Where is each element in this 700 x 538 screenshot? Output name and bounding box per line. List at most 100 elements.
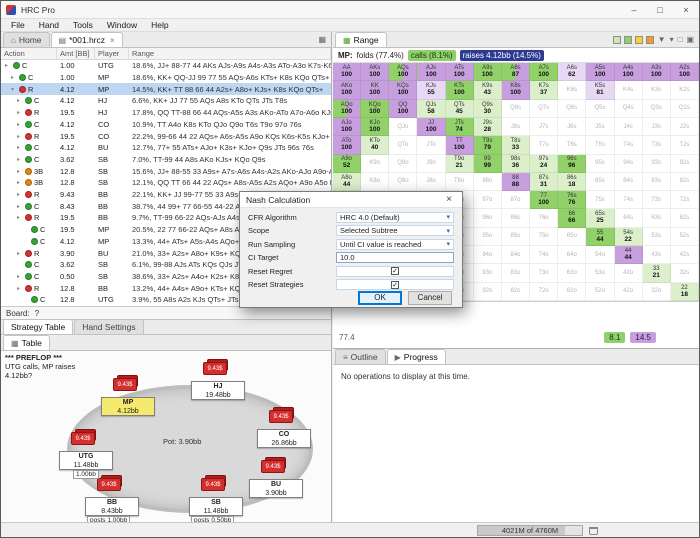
minimize-icon[interactable]: – (621, 1, 647, 18)
hand-cell-84s[interactable]: 84s (614, 172, 643, 192)
hand-cell-j5s[interactable]: J5s (586, 117, 615, 137)
expand-icon[interactable]: ▸ (17, 203, 23, 210)
hand-cell-32s[interactable]: 32s (670, 264, 699, 283)
expand-icon[interactable]: ▸ (17, 133, 23, 140)
tree-row[interactable]: ▸ 3B 12.8 SB 15.6%, JJ+ 88-55 33 A9s+ A7s-A6… (1, 165, 331, 177)
hand-cell-qts[interactable]: QTs 45 (445, 99, 474, 118)
tree-row[interactable]: ▸ C 1.00 UTG 18.6%, JJ+ 88-77 44 AKs AJs-A9s… (1, 60, 331, 72)
hand-cell-aks[interactable]: AKs 100 (361, 63, 390, 82)
hand-cell-87s[interactable]: 87s 31 (530, 172, 559, 192)
tree-row[interactable]: ▸ 3B 12.8 SB 12.1%, QQ TT 66 44 22 AQs+ A8s-… (1, 177, 331, 189)
hand-cell-kqs[interactable]: KQs 100 (389, 81, 418, 100)
hand-cell-33[interactable]: 33 21 (642, 264, 671, 283)
hand-cell-92s[interactable]: 92s (670, 154, 699, 173)
tab-home[interactable]: ⌂ Home (3, 32, 50, 47)
hand-cell-q7s[interactable]: Q7s (530, 99, 559, 118)
hand-cell-j9o[interactable]: J9o (417, 154, 446, 173)
hand-cell-94s[interactable]: 94s (614, 154, 643, 173)
hand-cell-k8o[interactable]: K8o (361, 172, 390, 192)
expand-icon[interactable]: ▸ (17, 156, 23, 163)
hand-cell-95o[interactable]: 95o (473, 227, 502, 247)
dialog-checkbox-reset-strategies[interactable]: ✓ (336, 279, 454, 290)
calls-stat[interactable]: calls (8.1%) (407, 49, 456, 61)
palette-swatch-1[interactable] (623, 35, 632, 44)
hand-cell-86s[interactable]: 86s 18 (558, 172, 587, 192)
hand-cell-j7s[interactable]: J7s (530, 117, 559, 137)
folds-stat[interactable]: folds (77.4%) (357, 51, 404, 60)
tree-row[interactable]: ▸ R 19.5 HJ 17.8%, QQ TT-88 66 44 AQs-A5s A3… (1, 107, 331, 119)
menu-help[interactable]: Help (144, 20, 175, 30)
hand-cell-aa[interactable]: AA 100 (333, 63, 362, 82)
hand-cell-kk[interactable]: KK 100 (361, 81, 390, 100)
hand-cell-q9o[interactable]: Q9o (389, 154, 418, 173)
hand-cell-qjs[interactable]: QJs 58 (417, 99, 446, 118)
hand-cell-tt[interactable]: TT 100 (445, 136, 474, 155)
hand-cell-43o[interactable]: 43o (614, 264, 643, 283)
hand-cell-a6s[interactable]: A6s 62 (558, 63, 587, 82)
expand-icon[interactable]: ▸ (17, 179, 23, 186)
palette-swatch-0[interactable] (612, 35, 621, 44)
hand-cell-73s[interactable]: 73s (642, 191, 671, 210)
palette-swatch-3[interactable] (645, 35, 654, 44)
player-box-sb[interactable]: SB 11.48bb (189, 497, 243, 516)
hand-cell-82s[interactable]: 82s (670, 172, 699, 192)
hand-cell-qto[interactable]: QTo (389, 136, 418, 155)
checkbox-reset-strategies[interactable]: ✓ (391, 280, 399, 289)
hand-cell-j4s[interactable]: J4s (614, 117, 643, 137)
hand-cell-76o[interactable]: 76o (530, 209, 559, 228)
player-box-bu[interactable]: BU 3.90bb (249, 479, 303, 498)
hand-cell-66[interactable]: 66 66 (558, 209, 587, 228)
close-icon[interactable]: × (673, 1, 699, 18)
hand-cell-t5s[interactable]: T5s (586, 136, 615, 155)
expand-icon[interactable]: ▸ (17, 121, 23, 128)
hand-cell-ato[interactable]: ATo 100 (333, 136, 362, 155)
hand-cell-22[interactable]: 22 18 (670, 282, 699, 301)
hand-cell-83s[interactable]: 83s (642, 172, 671, 192)
hand-cell-63o[interactable]: 63o (558, 264, 587, 283)
hand-cell-42o[interactable]: 42o (614, 282, 643, 301)
player-box-hj[interactable]: HJ 19.48bb (191, 381, 245, 400)
hand-cell-93o[interactable]: 93o (473, 264, 502, 283)
hand-cell-aqo[interactable]: AQo 100 (333, 99, 362, 118)
hand-cell-a7s[interactable]: A7s 100 (530, 63, 559, 82)
hand-cell-t4s[interactable]: T4s (614, 136, 643, 155)
hand-cell-a8o[interactable]: A8o 44 (333, 172, 362, 192)
hand-cell-k6s[interactable]: K6s (558, 81, 587, 100)
hand-cell-k9s[interactable]: K9s 43 (473, 81, 502, 100)
expand-icon[interactable]: ▸ (17, 109, 23, 116)
hand-cell-52o[interactable]: 52o (586, 282, 615, 301)
hand-cell-k7s[interactable]: K7s 37 (530, 81, 559, 100)
board-value[interactable]: ? (35, 309, 39, 318)
cancel-button[interactable]: Cancel (408, 290, 452, 305)
hand-cell-qq[interactable]: QQ 100 (389, 99, 418, 118)
hand-cell-t8o[interactable]: T8o (445, 172, 474, 192)
hand-cell-73o[interactable]: 73o (530, 264, 559, 283)
hand-cell-95s[interactable]: 95s (586, 154, 615, 173)
hand-cell-32o[interactable]: 32o (642, 282, 671, 301)
tree-row[interactable]: ▸ C 4.12 CO 10.9%, TT A4o K8s KTo QJo Q9o T6… (1, 119, 331, 131)
hand-cell-k9o[interactable]: K9o (361, 154, 390, 173)
player-box-utg[interactable]: UTG 11.48bb (59, 451, 113, 470)
dialog-select-run-sampling[interactable]: Until CI value is reached ▾ (336, 238, 454, 250)
hand-cell-q9s[interactable]: Q9s 30 (473, 99, 502, 118)
hand-cell-q6s[interactable]: Q6s (558, 99, 587, 118)
hand-cell-q8o[interactable]: Q8o (389, 172, 418, 192)
tab-outline[interactable]: ≡ Outline (335, 349, 386, 364)
hand-cell-t2s[interactable]: T2s (670, 136, 699, 155)
hand-cell-76s[interactable]: 76s 76 (558, 191, 587, 210)
hand-cell-85o[interactable]: 85o (501, 227, 531, 247)
hand-cell-q4s[interactable]: Q4s (614, 99, 643, 118)
expand-icon[interactable]: ▸ (17, 168, 23, 175)
hand-cell-54s[interactable]: 54s 22 (614, 227, 643, 247)
tab-close-icon[interactable]: × (110, 36, 115, 45)
tree-row[interactable]: ▾ R 4.12 MP 14.5%, KK+ TT 88 66 44 A2s+ A8o+… (1, 83, 331, 96)
memory-gauge[interactable]: 4021M of 4760M (477, 525, 583, 536)
hand-cell-jj[interactable]: JJ 100 (417, 117, 446, 137)
hand-cell-k2s[interactable]: K2s (670, 81, 699, 100)
hand-cell-94o[interactable]: 94o (473, 246, 502, 265)
hand-cell-92o[interactable]: 92o (473, 282, 502, 301)
expand-icon[interactable]: ▸ (17, 273, 23, 280)
expand-icon[interactable]: ▸ (17, 97, 23, 104)
raises-stat[interactable]: raises 4.12bb (14.5%) (459, 49, 544, 61)
maximize-panel-icon[interactable]: ▣ (686, 35, 694, 44)
